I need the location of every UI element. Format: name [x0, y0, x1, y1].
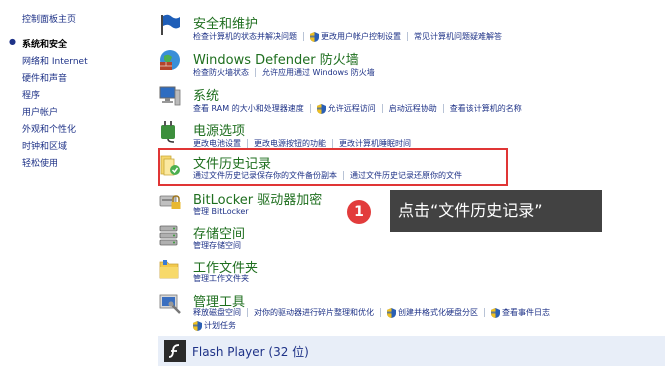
separator [380, 308, 381, 317]
link-computer-name[interactable]: 查看该计算机的名称 [450, 103, 522, 114]
link-firewall-status[interactable]: 检查防火墙状态 [193, 67, 249, 78]
link-create-partition[interactable]: 创建并格式化硬盘分区 [398, 307, 478, 318]
sidebar-item-system-security[interactable]: 系统和安全 [22, 37, 67, 50]
admin-tools-icon [159, 294, 181, 314]
link-scheduled-tasks[interactable]: 计划任务 [204, 320, 236, 331]
flash-icon [164, 340, 186, 362]
separator [309, 104, 311, 113]
sidebar-item-home[interactable]: 控制面板主页 [22, 12, 76, 25]
link-check-status[interactable]: 检查计算机的状态并解决问题 [193, 31, 297, 42]
work-folder-icon [159, 260, 179, 279]
flash-player-row[interactable]: Flash Player (32 位) [158, 336, 665, 366]
link-allow-app[interactable]: 允许应用通过 Windows 防火墙 [262, 67, 375, 78]
uac-shield-icon [193, 320, 202, 331]
main-content: 安全和维护 检查计算机的状态并解决问题 更改用户帐户控制设置 常见计算机问题疑难… [150, 0, 665, 378]
category-links: 管理存储空间 [193, 240, 241, 251]
uac-shield-icon [310, 31, 319, 42]
flag-icon [161, 14, 180, 35]
category-links: 管理 BitLocker [193, 206, 249, 217]
link-defragment[interactable]: 对你的驱动器进行碎片整理和优化 [254, 307, 374, 318]
callout-tooltip: 点击“文件历史记录” [390, 190, 602, 232]
separator [255, 68, 256, 77]
bitlocker-icon [159, 195, 181, 209]
category-title[interactable]: 安全和维护 [193, 13, 258, 32]
category-links: 管理工作文件夹 [193, 273, 249, 284]
category-links: 检查防火墙状态 允许应用通过 Windows 防火墙 [193, 67, 375, 78]
separator [407, 32, 408, 41]
link-troubleshoot[interactable]: 常见计算机问题疑难解答 [414, 31, 502, 42]
sidebar-item-clock-region[interactable]: 时钟和区域 [22, 139, 67, 152]
sidebar-item-hardware[interactable]: 硬件和声音 [22, 71, 67, 84]
category-links-row2: 计划任务 [193, 320, 236, 331]
flash-player-label[interactable]: Flash Player (32 位) [192, 343, 309, 360]
link-remote-access[interactable]: 允许远程访问 [328, 103, 376, 114]
link-view-ram[interactable]: 查看 RAM 的大小和处理器速度 [193, 103, 304, 114]
category-links: 释放磁盘空间 对你的驱动器进行碎片整理和优化 创建并格式化硬盘分区 查看事件日志 [193, 307, 550, 318]
step-number-badge: 1 [347, 200, 371, 224]
sidebar-item-user-accounts[interactable]: 用户帐户 [22, 105, 58, 118]
computer-icon [159, 86, 181, 106]
firewall-icon [160, 50, 180, 70]
separator [442, 104, 444, 113]
link-manage-storage[interactable]: 管理存储空间 [193, 240, 241, 251]
link-event-log[interactable]: 查看事件日志 [502, 307, 550, 318]
uac-shield-icon [316, 103, 326, 114]
separator [247, 139, 248, 148]
highlight-box [158, 148, 508, 186]
power-icon [161, 121, 175, 143]
link-manage-bitlocker[interactable]: 管理 BitLocker [193, 206, 249, 217]
category-title[interactable]: Windows Defender 防火墙 [193, 49, 359, 68]
link-manage-work-folders[interactable]: 管理工作文件夹 [193, 273, 249, 284]
separator [332, 139, 333, 148]
sidebar-item-network[interactable]: 网络和 Internet [22, 54, 88, 67]
sidebar: 控制面板主页 ● 系统和安全 网络和 Internet 硬件和声音 程序 用户帐… [0, 0, 150, 378]
sidebar-item-programs[interactable]: 程序 [22, 88, 40, 101]
uac-shield-icon [491, 307, 500, 318]
separator [381, 104, 383, 113]
link-free-disk-space[interactable]: 释放磁盘空间 [193, 307, 241, 318]
separator [303, 32, 304, 41]
separator [484, 308, 485, 317]
sidebar-item-ease-of-access[interactable]: 轻松使用 [22, 156, 58, 169]
uac-shield-icon [387, 307, 396, 318]
category-links: 检查计算机的状态并解决问题 更改用户帐户控制设置 常见计算机问题疑难解答 [193, 31, 502, 42]
link-uac-settings[interactable]: 更改用户帐户控制设置 [321, 31, 401, 42]
storage-icon [159, 225, 178, 246]
link-remote-assistance[interactable]: 启动远程协助 [389, 103, 437, 114]
category-title[interactable]: 电源选项 [193, 120, 245, 139]
sidebar-item-appearance[interactable]: 外观和个性化 [22, 122, 76, 135]
category-links: 查看 RAM 的大小和处理器速度 允许远程访问 启动远程协助 查看该计算机的名称 [193, 103, 522, 114]
active-bullet-icon: ● [9, 37, 16, 46]
category-title[interactable]: 系统 [193, 85, 219, 104]
separator [247, 308, 248, 317]
